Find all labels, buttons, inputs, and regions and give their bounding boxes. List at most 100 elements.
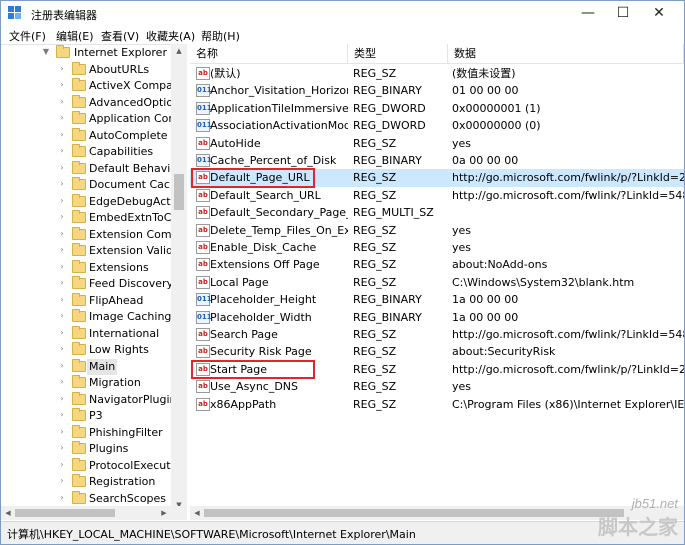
- scrollbar-thumb[interactable]: [204, 509, 624, 517]
- tree-item[interactable]: › ActiveX Compatib: [1, 78, 186, 95]
- tree-vertical-scrollbar[interactable]: ▲ ▼: [171, 44, 187, 512]
- tree-item[interactable]: › Default Behaviors: [1, 160, 186, 178]
- tree-item[interactable]: › Extension Compa: [1, 226, 185, 244]
- chevron-right-icon[interactable]: ›: [58, 394, 66, 404]
- chevron-right-icon[interactable]: ›: [58, 229, 66, 239]
- value-row[interactable]: ab Local Page REG_SZ C:\Windows\System32\bl…: [190, 274, 684, 291]
- tree-item[interactable]: › AdvancedOptions: [1, 94, 186, 112]
- tree-item[interactable]: › Main: [1, 358, 171, 376]
- binary-value-icon: 011: [196, 84, 212, 98]
- tree-item[interactable]: › AutoComplete: [1, 127, 171, 145]
- chevron-right-icon[interactable]: ›: [58, 179, 66, 189]
- tree-item[interactable]: › Capabilities: [1, 144, 171, 161]
- chevron-right-icon[interactable]: ›: [58, 427, 66, 437]
- chevron-right-icon[interactable]: ›: [58, 64, 66, 74]
- tree-item-label: NavigatorPlugins: [89, 392, 183, 406]
- value-row[interactable]: 011 Placeholder_Width REG_BINARY 1a 00 00 0…: [190, 309, 684, 326]
- chevron-right-icon[interactable]: ›: [58, 443, 66, 453]
- chevron-right-icon[interactable]: ›: [58, 295, 66, 305]
- tree-item[interactable]: › PhishingFilter: [1, 424, 171, 442]
- value-row[interactable]: ab AutoHide REG_SZ yes: [190, 135, 684, 152]
- value-row[interactable]: ab Use_Async_DNS REG_SZ yes: [190, 378, 684, 395]
- tree-horizontal-scrollbar[interactable]: ◀ ▶: [1, 506, 187, 520]
- column-header-name[interactable]: 名称: [190, 44, 348, 63]
- value-row[interactable]: ab x86AppPath REG_SZ C:\Program Files (x86)…: [190, 396, 684, 413]
- scroll-up-icon[interactable]: ▲: [171, 44, 187, 58]
- value-row[interactable]: abDefault_Secondary_Page_U... REG_MULTI_S…: [190, 204, 684, 221]
- value-name: (默认): [210, 67, 241, 80]
- tree-item[interactable]: › Application Comp: [1, 111, 186, 128]
- tree-item[interactable]: › EmbedExtnToClsi: [1, 210, 183, 227]
- tree-item[interactable]: › Low Rights: [1, 342, 171, 359]
- tree-item[interactable]: › International: [1, 325, 171, 343]
- chevron-right-icon[interactable]: ›: [58, 311, 66, 321]
- column-header-type[interactable]: 类型: [348, 44, 448, 63]
- tree-item[interactable]: › EdgeDebugActiva: [1, 193, 186, 211]
- chevron-right-icon[interactable]: ›: [58, 146, 66, 156]
- chevron-right-icon[interactable]: ›: [58, 278, 66, 288]
- value-row[interactable]: 011 AssociationActivationMode REG_DWORD 0x0…: [190, 117, 684, 134]
- chevron-right-icon[interactable]: ›: [58, 361, 66, 371]
- tree-item[interactable]: › Migration: [1, 375, 171, 392]
- folder-icon: [72, 61, 86, 75]
- tree-item[interactable]: › NavigatorPlugins: [1, 391, 182, 409]
- chevron-right-icon[interactable]: ›: [58, 262, 66, 272]
- tree-item[interactable]: › Registration: [1, 474, 171, 491]
- value-row[interactable]: ab Delete_Temp_Files_On_Exit REG_SZ yes: [190, 222, 684, 239]
- chevron-right-icon[interactable]: ›: [58, 196, 66, 206]
- chevron-right-icon[interactable]: ›: [58, 80, 66, 90]
- chevron-down-icon[interactable]: ▼: [42, 47, 50, 57]
- value-row[interactable]: ab Default_Search_URL REG_SZ http://go.micr…: [190, 187, 684, 204]
- chevron-right-icon[interactable]: ›: [58, 377, 66, 387]
- value-row[interactable]: ab (默认) REG_SZ (数值未设置): [190, 65, 684, 82]
- values-list-pane[interactable]: 名称 类型 数据 ab (默认) REG_SZ (数值未设置) 011 Anchor_Vi…: [190, 44, 684, 506]
- chevron-right-icon[interactable]: ›: [58, 476, 66, 486]
- value-row[interactable]: ab Search Page REG_SZ http://go.microsoft.c…: [190, 326, 684, 343]
- chevron-right-icon[interactable]: ›: [58, 163, 66, 173]
- tree-item[interactable]: › Extension Validat: [1, 243, 184, 260]
- chevron-right-icon[interactable]: ›: [58, 410, 66, 420]
- tree-item[interactable]: › Document Cachin: [1, 177, 186, 194]
- maximize-button[interactable]: ☐: [605, 1, 641, 26]
- scroll-left-icon[interactable]: ◀: [190, 506, 204, 520]
- key-tree-pane[interactable]: ▼ Internet Explorer › AboutURLs › ActiveX C…: [1, 44, 187, 512]
- chevron-right-icon[interactable]: ›: [58, 212, 66, 222]
- tree-item[interactable]: › P3: [1, 408, 171, 425]
- value-row[interactable]: ab Extensions Off Page REG_SZ about:NoAdd-o…: [190, 256, 684, 273]
- menu-view[interactable]: 查看(V): [101, 28, 139, 44]
- tree-item[interactable]: › FlipAhead: [1, 292, 171, 310]
- chevron-right-icon[interactable]: ›: [58, 460, 66, 470]
- close-button[interactable]: ✕: [641, 1, 677, 26]
- tree-item[interactable]: › Image Caching: [1, 309, 171, 326]
- menu-favorites[interactable]: 收藏夹(A): [146, 28, 195, 44]
- chevron-right-icon[interactable]: ›: [58, 344, 66, 354]
- scroll-left-icon[interactable]: ◀: [1, 506, 15, 520]
- scroll-right-icon[interactable]: ▶: [157, 506, 171, 520]
- chevron-right-icon[interactable]: ›: [58, 493, 66, 503]
- tree-item-internet-explorer[interactable]: ▼ Internet Explorer: [1, 45, 171, 62]
- scrollbar-thumb[interactable]: [15, 509, 115, 517]
- tree-item[interactable]: › Feed Discovery: [1, 276, 173, 293]
- tree-item[interactable]: › ProtocolExecute: [1, 457, 177, 475]
- menu-edit[interactable]: 编辑(E): [56, 28, 94, 44]
- value-row[interactable]: ab Enable_Disk_Cache REG_SZ yes: [190, 239, 684, 256]
- chevron-right-icon[interactable]: ›: [58, 245, 66, 255]
- scrollbar-thumb[interactable]: [174, 174, 184, 210]
- value-row[interactable]: ab Security Risk Page REG_SZ about:Security…: [190, 343, 684, 360]
- column-header-data[interactable]: 数据: [448, 44, 684, 63]
- tree-item[interactable]: › Extensions: [1, 259, 171, 277]
- chevron-right-icon[interactable]: ›: [58, 113, 66, 123]
- chevron-right-icon[interactable]: ›: [58, 328, 66, 338]
- value-row[interactable]: 011 Anchor_Visitation_Horizon REG_BINARY 01…: [190, 82, 684, 99]
- menu-file[interactable]: 文件(F): [9, 28, 46, 44]
- chevron-right-icon[interactable]: ›: [58, 130, 66, 140]
- tree-item[interactable]: › AboutURLs: [1, 61, 171, 79]
- chevron-right-icon[interactable]: ›: [58, 97, 66, 107]
- tree-item[interactable]: › SearchScopes: [1, 490, 171, 508]
- value-row[interactable]: 011ApplicationTileImmersiveA... REG_DWORD…: [190, 100, 684, 117]
- menu-help[interactable]: 帮助(H): [201, 28, 240, 44]
- value-row[interactable]: 011 Placeholder_Height REG_BINARY 1a 00 00 …: [190, 291, 684, 308]
- minimize-button[interactable]: —: [570, 1, 606, 26]
- tree-item[interactable]: › Plugins: [1, 441, 171, 458]
- value-row[interactable]: 011 Cache_Percent_of_Disk REG_BINARY 0a 00 …: [190, 152, 684, 169]
